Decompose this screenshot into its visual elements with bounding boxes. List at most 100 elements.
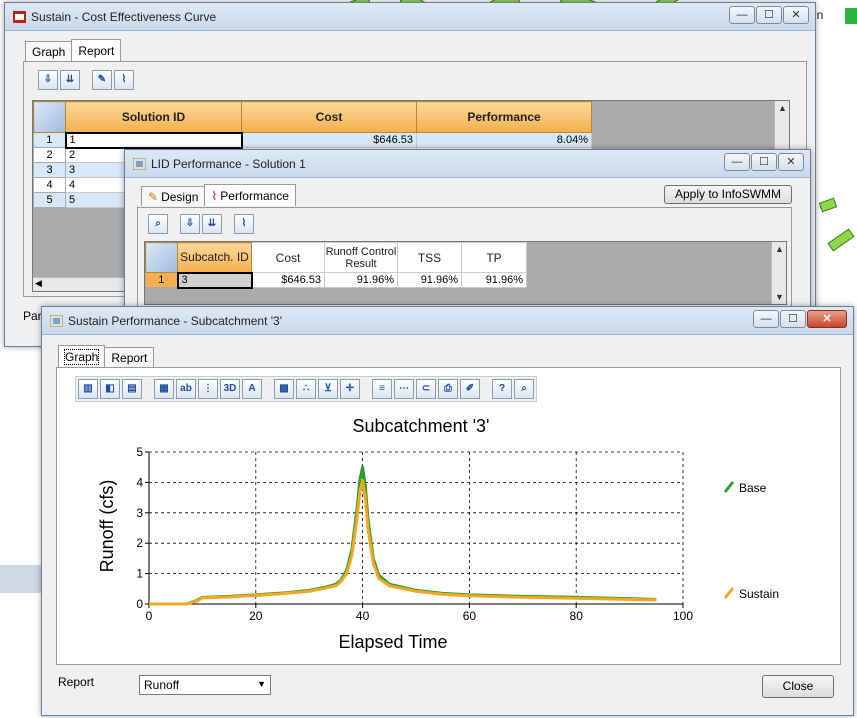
export-icon[interactable]: ⇩ — [180, 214, 200, 234]
tab-design[interactable]: ✎ Design — [141, 186, 206, 206]
close-button[interactable]: ✕ — [783, 6, 809, 24]
column-header-runoff-control[interactable]: Runoff Control Result — [324, 242, 398, 273]
cell-cost[interactable]: $646.53 — [251, 272, 325, 288]
row-header[interactable]: 3 — [33, 162, 66, 178]
grid-lines-icon[interactable]: ⋮ — [198, 379, 218, 399]
column-header-tp[interactable]: TP — [461, 242, 527, 273]
tab-graph[interactable]: Graph — [58, 345, 106, 367]
chevron-down-icon: ▼ — [257, 679, 266, 689]
app-icon — [50, 315, 63, 327]
vertical-scrollbar[interactable]: ▲ ▼ — [771, 242, 786, 304]
tab-performance[interactable]: ⌇ Performance — [204, 184, 296, 206]
export-icon[interactable]: ⇩ — [38, 70, 58, 90]
maximize-button[interactable]: ☐ — [751, 153, 777, 171]
cell-runoff-control[interactable]: 91.96% — [324, 272, 398, 288]
close-button[interactable]: ✕ — [807, 310, 847, 328]
apply-to-infoswmm-button[interactable]: Apply to InfoSWMM — [664, 185, 792, 204]
maximize-button[interactable]: ☐ — [780, 310, 806, 328]
close-button[interactable]: ✕ — [778, 153, 804, 171]
print-icon[interactable]: ⎙ — [438, 379, 458, 399]
tab-report[interactable]: Report — [104, 347, 155, 367]
tab-label: Graph — [32, 44, 66, 59]
y-tick-label: 4 — [136, 475, 143, 489]
tab-label: Graph — [63, 348, 100, 365]
gridlines-icon[interactable]: ⋯ — [394, 379, 414, 399]
column-header-tss[interactable]: TSS — [397, 242, 462, 273]
tab-label: Report — [111, 350, 148, 365]
app-icon — [13, 11, 26, 23]
series-line-base — [149, 465, 657, 606]
crosshair-icon[interactable]: ✛ — [340, 379, 360, 399]
edit-icon[interactable]: ✎ — [92, 70, 112, 90]
chart-icon[interactable]: ⌇ — [234, 214, 254, 234]
window-title: LID Performance - Solution 1 — [151, 157, 306, 171]
tab-label: Performance — [220, 188, 289, 203]
x-tick-label: 40 — [356, 609, 370, 623]
row-header[interactable]: 1 — [33, 132, 66, 148]
column-header-performance[interactable]: Performance — [416, 101, 592, 133]
cell-tp[interactable]: 91.96% — [461, 272, 527, 288]
minimize-button[interactable]: — — [724, 153, 750, 171]
scroll-up-icon[interactable]: ▲ — [772, 242, 786, 256]
y-tick-label: 5 — [136, 445, 143, 459]
row-header[interactable]: 2 — [33, 147, 66, 163]
chart-title: Subcatchment '3' — [353, 416, 490, 436]
scatter-icon[interactable]: ∴ — [296, 379, 316, 399]
tab-graph[interactable]: Graph — [25, 41, 73, 61]
zoom-icon[interactable]: ⌕ — [514, 379, 534, 399]
minimize-button[interactable]: — — [729, 6, 755, 24]
sustain-performance-window: Sustain Performance - Subcatchment '3' —… — [41, 306, 854, 716]
row-header[interactable]: 1 — [145, 272, 178, 288]
row-header[interactable]: 5 — [33, 192, 66, 208]
cell-tss[interactable]: 91.96% — [397, 272, 462, 288]
cell-solution-id[interactable]: 1 — [64, 131, 243, 149]
series-icon[interactable]: ⊻ — [318, 379, 338, 399]
help-icon[interactable]: ? — [492, 379, 512, 399]
report-select-value: Runoff — [144, 678, 180, 692]
minimize-button[interactable]: — — [753, 310, 779, 328]
pattern-icon[interactable]: ▩ — [274, 379, 294, 399]
sort-icon[interactable]: ⇊ — [202, 214, 222, 234]
lid-grid: Subcatch. ID Cost Runoff Control Result … — [144, 241, 787, 305]
stacked-chart-icon[interactable]: ▤ — [122, 379, 142, 399]
x-tick-label: 100 — [673, 609, 693, 623]
3d-icon[interactable]: 3D — [220, 379, 240, 399]
cell-performance[interactable]: 8.04% — [416, 132, 592, 148]
app-icon — [133, 158, 146, 170]
report-select[interactable]: Runoff ▼ — [139, 675, 271, 695]
sort-icon[interactable]: ⇊ — [60, 70, 80, 90]
scroll-up-icon[interactable]: ▲ — [775, 101, 789, 115]
font-icon[interactable]: A — [242, 379, 262, 399]
table-icon[interactable]: ▦ — [154, 379, 174, 399]
x-axis-label: Elapsed Time — [338, 632, 447, 652]
graph-panel: ▥ ◧ ▤ ▦ ab ⋮ 3D A ▩ ∴ ⊻ ✛ ≡ ⋯ ⊂ ⎙ ✐ ? ⌕ … — [56, 367, 841, 665]
grid-corner[interactable] — [33, 101, 66, 133]
x-tick-label: 80 — [570, 609, 584, 623]
legend-icon[interactable]: ≡ — [372, 379, 392, 399]
tab-label: Report — [78, 43, 115, 58]
bar-chart-icon[interactable]: ▥ — [78, 379, 98, 399]
maximize-button[interactable]: ☐ — [756, 6, 782, 24]
table-row[interactable]: 1 3 $646.53 91.96% 91.96% 91.96% — [145, 271, 527, 289]
column-header-subcatch-id[interactable]: Subcatch. ID — [177, 242, 252, 273]
tab-report[interactable]: Report — [71, 39, 122, 61]
grid-corner[interactable] — [145, 242, 178, 273]
column-header-cost[interactable]: Cost — [241, 101, 417, 133]
cell-subcatch-id[interactable]: 3 — [176, 271, 253, 289]
scroll-down-icon[interactable]: ▼ — [772, 290, 786, 304]
table-row[interactable]: 1 1 $646.53 8.04% — [33, 131, 592, 149]
legend-label-base: Base — [739, 481, 767, 495]
scroll-left-icon[interactable]: ◀ — [35, 278, 42, 289]
pen-icon[interactable]: ✐ — [460, 379, 480, 399]
chart-icon[interactable]: ⌇ — [114, 70, 134, 90]
area-chart-icon[interactable]: ◧ — [100, 379, 120, 399]
cell-cost[interactable]: $646.53 — [241, 132, 417, 148]
row-header[interactable]: 4 — [33, 177, 66, 193]
column-header-solution-id[interactable]: Solution ID — [65, 101, 242, 133]
column-header-cost[interactable]: Cost — [251, 242, 325, 273]
tag-icon[interactable]: ⊂ — [416, 379, 436, 399]
close-dialog-button[interactable]: Close — [762, 675, 834, 698]
legend-swatch-base — [723, 481, 735, 493]
search-icon[interactable]: ⌕ — [148, 214, 168, 234]
text-icon[interactable]: ab — [176, 379, 196, 399]
